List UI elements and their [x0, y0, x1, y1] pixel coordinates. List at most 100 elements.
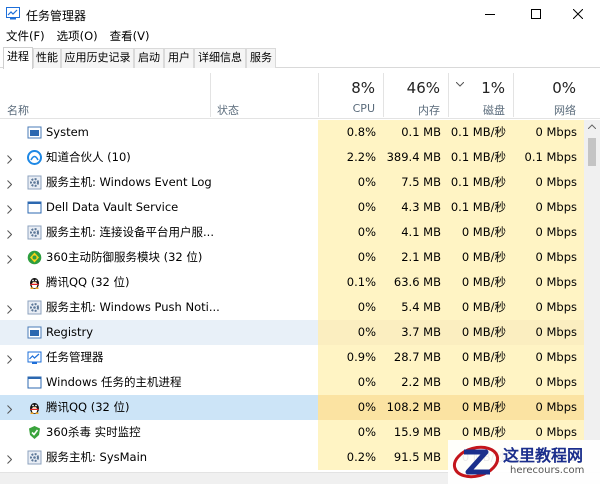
process-row[interactable]: 服务主机: 连接设备平台用户服... 0% 4.1 MB 0 MB/秒 0 Mbps — [0, 220, 584, 245]
process-name: Windows 任务的主机进程 — [46, 375, 182, 389]
gear-icon — [27, 175, 42, 190]
title-bar[interactable]: 任务管理器 — [0, 0, 600, 28]
scroll-up-icon[interactable] — [588, 124, 596, 129]
process-network: 0 Mbps — [513, 170, 584, 195]
tab-app-history[interactable]: 应用历史记录 — [61, 48, 134, 68]
maximize-button[interactable] — [514, 0, 558, 28]
antivirus-360-icon — [27, 425, 42, 440]
process-disk: 0.1 MB/秒 — [448, 145, 513, 170]
vertical-scrollbar[interactable] — [584, 120, 600, 472]
tab-services[interactable]: 服务 — [246, 48, 276, 68]
process-row[interactable]: Windows 任务的主机进程 0% 2.2 MB 0 MB/秒 0 Mbps — [0, 370, 584, 395]
chevron-right-icon[interactable] — [7, 303, 13, 317]
network-total-percent: 0% — [552, 79, 576, 97]
process-cpu: 0.1% — [318, 270, 383, 295]
chevron-right-icon[interactable] — [7, 253, 13, 267]
zhidao-icon — [27, 150, 42, 165]
process-memory: 91.5 MB — [383, 445, 448, 470]
process-cpu: 0% — [318, 370, 383, 395]
process-row[interactable]: 知道合伙人 (10) 2.2% 389.4 MB 0.1 MB/秒 0.1 Mbps — [0, 145, 584, 170]
column-cpu[interactable]: 8% CPU — [318, 69, 383, 119]
scrollbar-thumb[interactable] — [588, 138, 596, 166]
chevron-right-icon[interactable] — [7, 153, 13, 167]
process-disk: 0.1 MB/秒 — [448, 120, 513, 145]
process-status — [210, 195, 318, 220]
process-row[interactable]: 腾讯QQ (32 位) 0% 108.2 MB 0 MB/秒 0 Mbps — [0, 395, 584, 420]
chevron-right-icon[interactable] — [7, 403, 13, 417]
chevron-right-icon[interactable] — [7, 353, 13, 367]
minimize-icon — [485, 14, 495, 15]
column-status[interactable]: 状态 — [210, 69, 318, 119]
process-memory: 28.7 MB — [383, 345, 448, 370]
process-disk: 0.1 MB/秒 — [448, 170, 513, 195]
process-network: 0 Mbps — [513, 320, 584, 345]
qq-penguin-icon — [27, 400, 42, 415]
process-row[interactable]: Dell Data Vault Service 0% 4.3 MB 0.1 MB/秒 0… — [0, 195, 584, 220]
column-network[interactable]: 0% 网络 — [513, 69, 584, 119]
tab-details[interactable]: 详细信息 — [194, 48, 246, 68]
system-icon — [27, 325, 42, 340]
process-disk: 0.1 MB/秒 — [448, 195, 513, 220]
process-network: 0 Mbps — [513, 245, 584, 270]
process-cpu: 0% — [318, 220, 383, 245]
watermark-text: 这里教程网 — [503, 446, 584, 465]
process-cpu: 0% — [318, 320, 383, 345]
chevron-right-icon[interactable] — [7, 228, 13, 242]
process-row[interactable]: System 0.8% 0.1 MB 0.1 MB/秒 0 Mbps — [0, 120, 584, 145]
process-status — [210, 395, 318, 420]
close-button[interactable] — [556, 0, 600, 28]
chevron-right-icon[interactable] — [7, 203, 13, 217]
process-status — [210, 345, 318, 370]
process-disk: 0 MB/秒 — [448, 370, 513, 395]
column-disk[interactable]: 1% 磁盘 — [448, 69, 513, 119]
process-cpu: 2.2% — [318, 145, 383, 170]
tab-startup[interactable]: 启动 — [134, 48, 164, 68]
cpu-total-percent: 8% — [351, 79, 375, 97]
column-name[interactable]: 名称 — [0, 69, 210, 119]
tab-performance[interactable]: 性能 — [33, 48, 61, 68]
process-row[interactable]: 360主动防御服务模块 (32 位) 0% 2.1 MB 0 MB/秒 0 Mbps — [0, 245, 584, 270]
process-name: 腾讯QQ (32 位) — [46, 400, 130, 414]
process-status — [210, 145, 318, 170]
process-name: 服务主机: Windows Push Noti... — [46, 300, 220, 314]
taskmgr-icon — [27, 350, 42, 365]
menu-view[interactable]: 查看(V) — [104, 28, 154, 46]
watermark-logo — [452, 445, 500, 479]
chevron-right-icon[interactable] — [7, 453, 13, 467]
process-name: Dell Data Vault Service — [46, 200, 179, 214]
minimize-button[interactable] — [468, 0, 512, 28]
process-cpu: 0% — [318, 170, 383, 195]
process-disk: 0 MB/秒 — [448, 345, 513, 370]
process-disk: 0 MB/秒 — [448, 245, 513, 270]
disk-total-percent: 1% — [481, 79, 505, 97]
column-memory[interactable]: 46% 内存 — [383, 69, 448, 119]
gear-icon — [27, 225, 42, 240]
tab-users[interactable]: 用户 — [164, 48, 194, 68]
process-memory: 2.1 MB — [383, 245, 448, 270]
process-row[interactable]: 任务管理器 0.9% 28.7 MB 0 MB/秒 0 Mbps — [0, 345, 584, 370]
process-name: 任务管理器 — [46, 350, 104, 364]
process-name: 360杀毒 实时监控 — [46, 425, 141, 439]
process-row[interactable]: 服务主机: Windows Push Noti... 0% 5.4 MB 0 MB/秒… — [0, 295, 584, 320]
menu-bar: 文件(F) 选项(O) 查看(V) — [0, 28, 600, 46]
process-cpu: 0.8% — [318, 120, 383, 145]
process-status — [210, 295, 318, 320]
menu-file[interactable]: 文件(F) — [0, 28, 49, 46]
process-name: Registry — [46, 325, 94, 339]
process-disk: 0 MB/秒 — [448, 395, 513, 420]
shield-360-icon — [27, 250, 42, 265]
process-memory: 4.1 MB — [383, 220, 448, 245]
process-row[interactable]: 腾讯QQ (32 位) 0.1% 63.6 MB 0 MB/秒 0 Mbps — [0, 270, 584, 295]
tab-processes[interactable]: 进程 — [3, 47, 33, 69]
process-name: 服务主机: SysMain — [46, 450, 148, 464]
process-status — [210, 245, 318, 270]
process-status — [210, 445, 318, 470]
process-status — [210, 420, 318, 445]
menu-options[interactable]: 选项(O) — [51, 28, 102, 46]
chevron-right-icon[interactable] — [7, 178, 13, 192]
process-row[interactable]: Registry 0% 3.7 MB 0 MB/秒 0 Mbps — [0, 320, 584, 345]
sort-chevron-down-icon — [456, 82, 464, 87]
maximize-icon — [531, 9, 541, 19]
process-network: 0 Mbps — [513, 220, 584, 245]
process-row[interactable]: 服务主机: Windows Event Log 0% 7.5 MB 0.1 MB/秒 0… — [0, 170, 584, 195]
